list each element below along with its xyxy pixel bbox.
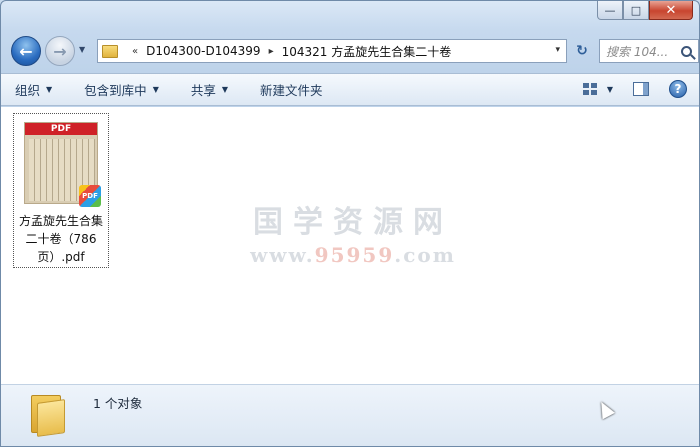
pdf-band-label: PDF xyxy=(25,123,97,135)
breadcrumb-separator-icon[interactable]: ▸ xyxy=(269,46,274,57)
help-icon[interactable]: ? xyxy=(669,80,687,98)
watermark-url-accent: 95959 xyxy=(314,243,395,267)
new-folder-label: 新建文件夹 xyxy=(260,83,323,98)
maximize-button[interactable]: □ xyxy=(623,1,649,20)
search-icon[interactable] xyxy=(681,45,692,57)
back-button[interactable]: ← xyxy=(11,36,41,66)
chevron-down-icon: ▼ xyxy=(46,85,53,94)
breadcrumb-item-current[interactable]: 104321 方孟旋先生合集二十卷 xyxy=(282,43,452,60)
watermark-url-suffix: .com xyxy=(394,243,456,267)
folder-icon xyxy=(102,44,118,58)
change-view-icon[interactable] xyxy=(582,83,597,95)
recent-pages-dropdown-icon[interactable]: ▼ xyxy=(79,45,85,54)
caption-buttons: — □ ✕ xyxy=(597,1,693,20)
item-count: 1 个对象 xyxy=(93,396,143,411)
file-name-label: 方孟旋先生合集二十卷（786页）.pdf xyxy=(18,214,103,264)
details-pane: 1 个对象 xyxy=(1,384,699,446)
forward-button[interactable]: → xyxy=(45,36,75,66)
breadcrumb-overflow[interactable]: « xyxy=(132,46,138,57)
preview-pane-icon[interactable] xyxy=(633,82,649,96)
chevron-down-icon: ▼ xyxy=(152,85,159,94)
file-list-area[interactable]: PDF PDF 方孟旋先生合集二十卷（786页）.pdf 国学资源网 www.9… xyxy=(1,107,699,384)
address-dropdown-icon[interactable]: ▾ xyxy=(555,45,560,55)
watermark-url: www.95959.com xyxy=(243,243,463,267)
breadcrumb-item-range[interactable]: D104300-D104399 xyxy=(146,44,260,58)
explorer-window: — □ ✕ ← → ▼ « D104300-D104399 ▸ 104321 方… xyxy=(0,0,700,447)
include-in-library-menu[interactable]: 包含到库中 ▼ xyxy=(84,80,159,99)
watermark: 国学资源网 www.95959.com xyxy=(243,197,463,267)
pdf-reader-icon: PDF xyxy=(79,185,101,207)
pdf-thumbnail: PDF PDF xyxy=(24,122,101,207)
refresh-button[interactable]: ↻ xyxy=(571,39,593,63)
command-bar: 组织 ▼ 包含到库中 ▼ 共享 ▼ 新建文件夹 ▼ ? xyxy=(1,73,699,106)
watermark-url-prefix: www. xyxy=(250,243,315,267)
share-label: 共享 xyxy=(190,83,216,98)
organize-label: 组织 xyxy=(15,83,41,98)
chevron-down-icon: ▼ xyxy=(221,85,229,94)
share-menu[interactable]: 共享 ▼ xyxy=(191,80,228,99)
toolbar-right: ▼ ? xyxy=(582,80,687,98)
watermark-title: 国学资源网 xyxy=(253,205,453,240)
close-button[interactable]: ✕ xyxy=(649,1,693,20)
file-item[interactable]: PDF PDF 方孟旋先生合集二十卷（786页）.pdf xyxy=(13,113,109,268)
folder-icon xyxy=(31,391,65,437)
search-box[interactable]: 搜索 104... xyxy=(599,39,699,63)
navigation-bar: ← → ▼ « D104300-D104399 ▸ 104321 方孟旋先生合集… xyxy=(11,35,699,66)
organize-menu[interactable]: 组织 ▼ xyxy=(15,80,52,99)
search-input[interactable]: 搜索 104... xyxy=(606,43,668,60)
minimize-button[interactable]: — xyxy=(597,1,623,20)
new-folder-button[interactable]: 新建文件夹 xyxy=(260,80,323,99)
view-options-chevron-icon[interactable]: ▼ xyxy=(607,85,613,94)
address-bar[interactable]: « D104300-D104399 ▸ 104321 方孟旋先生合集二十卷 ▾ xyxy=(97,39,567,63)
include-library-label: 包含到库中 xyxy=(84,83,147,98)
